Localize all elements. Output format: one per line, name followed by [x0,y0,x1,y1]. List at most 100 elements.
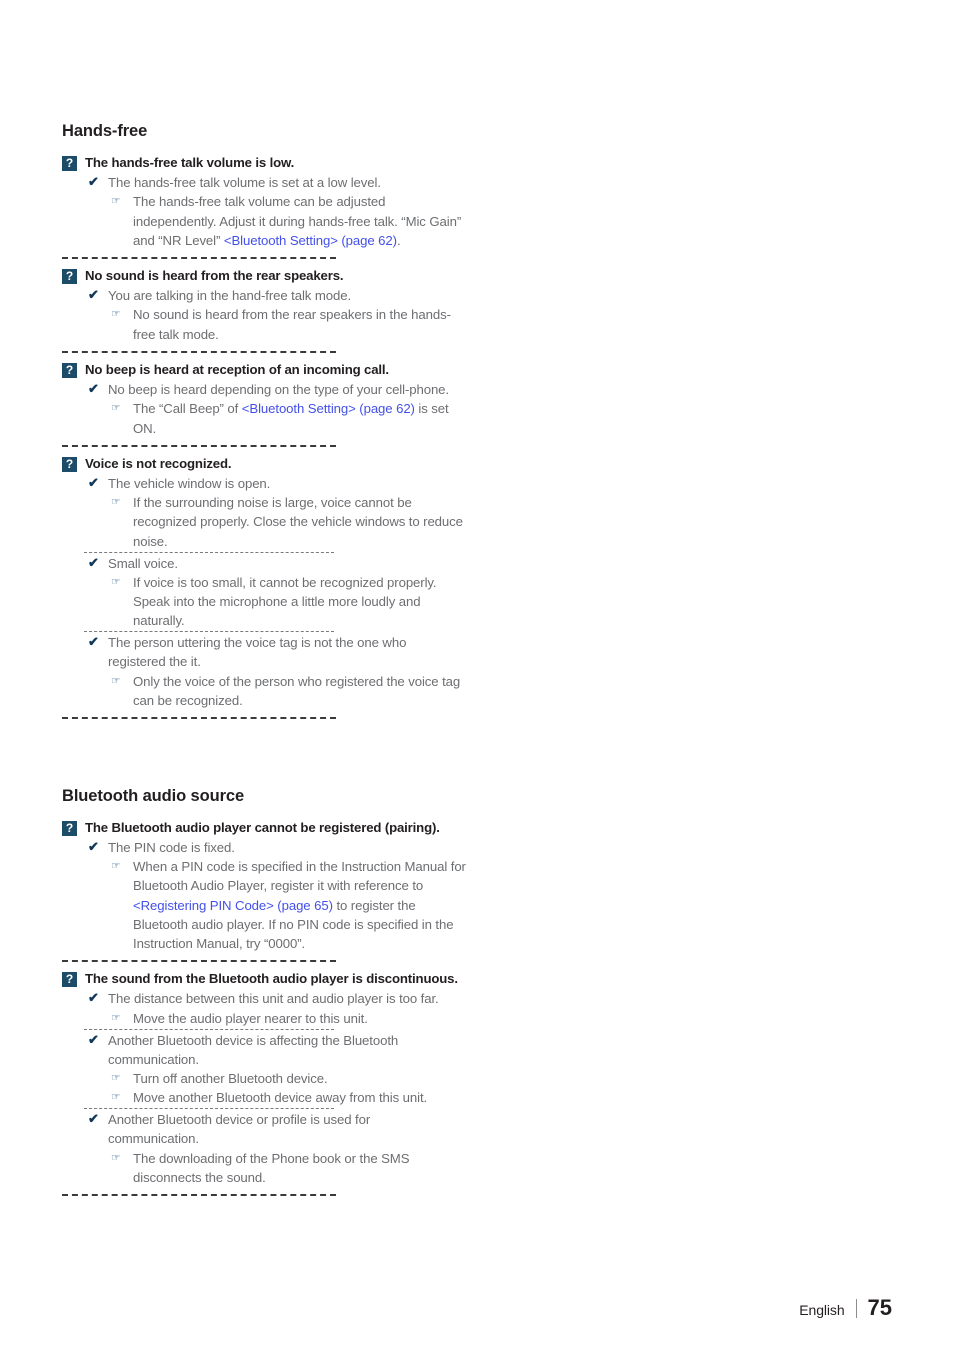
footer-divider [855,1299,857,1318]
solution-row: ☞ Only the voice of the person who regist… [111,672,472,710]
cause-row: ✔ You are talking in the hand-free talk m… [88,286,472,305]
cause-text: Small voice. [108,555,178,571]
solution-row: ☞ Turn off another Bluetooth device. [111,1069,472,1088]
symptom-text: Voice is not recognized. [85,455,232,471]
solution-text: No sound is heard from the rear speakers… [133,305,467,343]
solution-text: Move another Bluetooth device away from … [133,1088,427,1107]
cause-row: ✔ The distance between this unit and audi… [88,989,472,1008]
pointing-hand-icon: ☞ [111,1151,121,1164]
cause-text: The PIN code is fixed. [108,840,235,856]
solution-text: If voice is too small, it cannot be reco… [133,573,467,630]
cause-separator [84,551,334,553]
solution-row: ☞ When a PIN code is specified in the Ins… [111,857,472,953]
solution-row: ☞ If voice is too small, it cannot be rec… [111,573,472,630]
cause-text: You are talking in the hand-free talk mo… [108,288,352,304]
pointing-hand-icon: ☞ [111,1011,121,1024]
solution-text-run: . [396,232,401,248]
solution-text: The “Call Beep” of <Bluetooth Setting> (… [133,399,467,437]
cross-reference-link[interactable]: <Bluetooth Setting> (page 62) [224,233,397,248]
cause-row: ✔ No beep is heard depending on the type … [88,380,472,399]
solution-text-run: Turn off another Bluetooth device. [133,1071,328,1086]
solution-row: ☞ Move the audio player nearer to this un… [111,1009,472,1028]
pointing-hand-icon: ☞ [111,496,121,509]
solution-text-run: Move the audio player nearer to this uni… [133,1010,368,1026]
troubleshooting-section: Bluetooth audio source? The Bluetooth aud… [62,787,472,1196]
question-mark-icon: ? [62,268,77,284]
symptom-separator [62,1193,336,1196]
cross-reference-link[interactable]: <Registering PIN Code> (page 65) [133,898,333,913]
solution-row: ☞ The “Call Beep” of <Bluetooth Setting> … [111,399,472,437]
pointing-hand-icon: ☞ [111,674,121,687]
symptom-block: ? The hands-free talk volume is low. ✔ The … [62,154,472,259]
question-mark-icon: ? [62,155,77,171]
question-mark-icon: ? [62,456,77,472]
symptom-separator [62,256,336,259]
symptom-block: ? No beep is heard at reception of an inc… [62,361,472,447]
symptom-text: The sound from the Bluetooth audio playe… [85,970,458,986]
check-icon: ✔ [88,990,99,1006]
cause-separator [84,631,334,633]
cause-text: Another Bluetooth device or profile is u… [108,1112,371,1147]
solution-row: ☞ Move another Bluetooth device away from… [111,1088,472,1107]
symptom-block: ? Voice is not recognized. ✔ The vehicle wi… [62,455,472,719]
page-footer: English 75 [799,1295,892,1321]
solution-text: The hands-free talk volume can be adjust… [133,192,467,249]
troubleshooting-content: Hands-free? The hands-free talk volume is… [62,122,472,1204]
solution-text: The downloading of the Phone book or the… [133,1149,467,1187]
symptom-text: The hands-free talk volume is low. [85,154,295,170]
symptom-block: ? The sound from the Bluetooth audio play… [62,970,472,1196]
symptom-separator [62,444,336,447]
solution-text-run: If voice is too small, it cannot be reco… [133,574,437,629]
symptom-row: ? No beep is heard at reception of an inc… [62,361,472,379]
question-mark-icon: ? [62,971,77,987]
cross-reference-link[interactable]: <Bluetooth Setting> (page 62) [242,401,415,416]
symptom-text: No sound is heard from the rear speakers… [85,267,344,283]
solution-row: ☞ If the surrounding noise is large, voic… [111,493,472,550]
troubleshooting-section: Hands-free? The hands-free talk volume is… [62,122,472,719]
solution-row: ☞ The downloading of the Phone book or th… [111,1149,472,1187]
cause-text: The distance between this unit and audio… [108,991,439,1007]
pointing-hand-icon: ☞ [111,860,121,873]
check-icon: ✔ [88,839,99,855]
cause-row: ✔ The hands-free talk volume is set at a … [88,173,472,192]
pointing-hand-icon: ☞ [111,1091,121,1104]
symptom-separator [62,350,336,353]
solution-text-run: The “Call Beep” of [133,401,242,417]
check-icon: ✔ [88,287,99,303]
check-icon: ✔ [88,174,99,190]
cause-text: Another Bluetooth device is affecting th… [108,1032,399,1067]
solution-row: ☞ No sound is heard from the rear speaker… [111,305,472,343]
cause-row: ✔ The vehicle window is open. [88,474,472,493]
symptom-row: ? The sound from the Bluetooth audio play… [62,970,472,988]
cause-row: ✔ The PIN code is fixed. [88,838,472,857]
cause-row: ✔ The person uttering the voice tag is no… [88,633,472,671]
symptom-row: ? The hands-free talk volume is low. [62,154,472,172]
pointing-hand-icon: ☞ [111,195,121,208]
check-icon: ✔ [88,475,99,491]
symptom-block: ? The Bluetooth audio player cannot be re… [62,819,472,962]
footer-page-number: 75 [867,1295,892,1320]
section-heading: Bluetooth audio source [62,786,245,805]
question-mark-icon: ? [62,362,77,378]
check-icon: ✔ [88,1031,99,1047]
solution-text: When a PIN code is specified in the Inst… [133,857,467,953]
pointing-hand-icon: ☞ [111,308,121,321]
cause-text: The vehicle window is open. [108,476,271,492]
cause-separator [84,1108,334,1110]
solution-text: Only the voice of the person who registe… [133,672,467,710]
symptom-row: ? No sound is heard from the rear speaker… [62,267,472,285]
symptom-separator [62,716,336,719]
solution-text-run: Only the voice of the person who registe… [133,673,461,708]
symptom-block: ? No sound is heard from the rear speaker… [62,267,472,353]
check-icon: ✔ [88,634,99,650]
pointing-hand-icon: ☞ [111,1072,121,1084]
cause-row: ✔ Another Bluetooth device or profile is … [88,1110,472,1148]
cause-text: No beep is heard depending on the type o… [108,382,449,398]
footer-language-label: English [799,1302,845,1318]
check-icon: ✔ [88,381,99,397]
solution-text-run: Move another Bluetooth device away from … [133,1090,428,1106]
solution-text: If the surrounding noise is large, voice… [133,493,467,550]
symptom-text: The Bluetooth audio player cannot be reg… [85,819,440,835]
solution-text: Move the audio player nearer to this uni… [133,1009,368,1028]
